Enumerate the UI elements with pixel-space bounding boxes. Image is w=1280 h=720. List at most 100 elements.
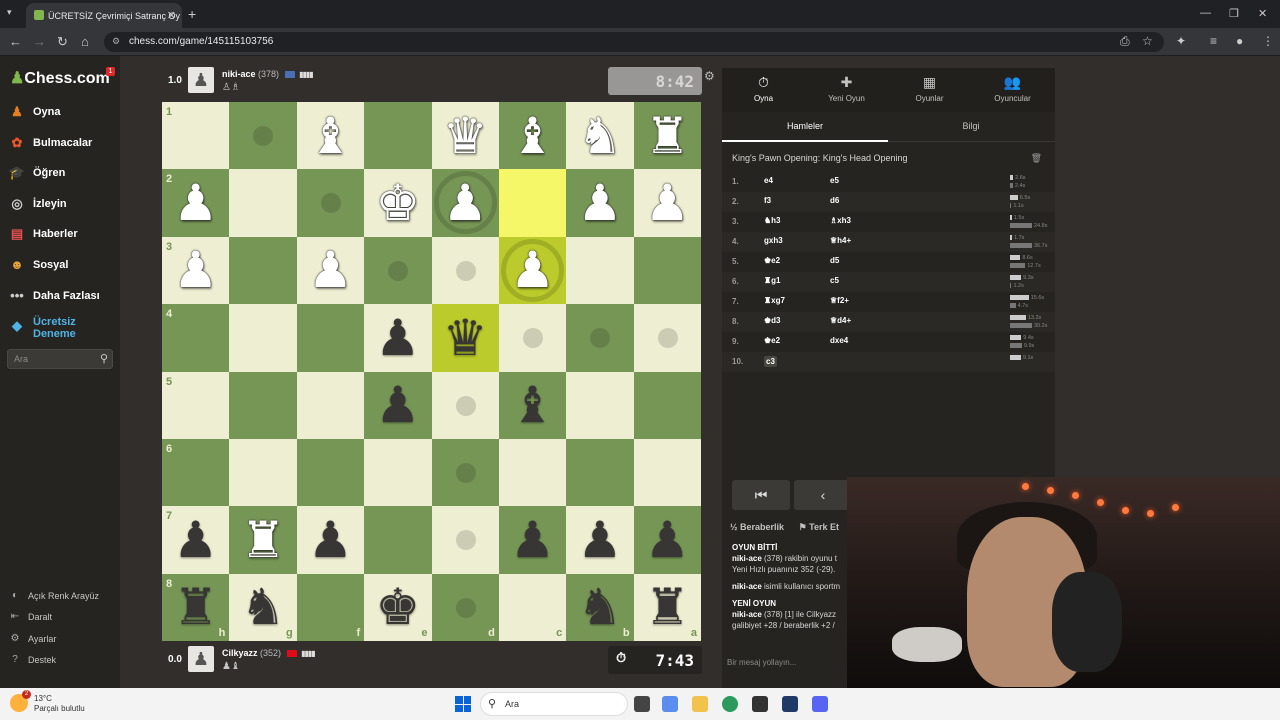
white-piece[interactable]: ♜ [634, 102, 701, 169]
board-square[interactable] [364, 506, 432, 574]
legal-move-dot[interactable] [253, 126, 274, 146]
sidebar-item-6[interactable]: ☻ Sosyal [8, 255, 68, 275]
notification-badge[interactable]: 1 [106, 67, 115, 76]
black-piece[interactable]: ♟ [499, 506, 566, 573]
board-square[interactable]: 5 [162, 371, 230, 439]
board-square[interactable]: ♟ [364, 371, 432, 439]
board-square[interactable] [633, 438, 702, 507]
board-square[interactable]: a ♜ [633, 573, 702, 642]
board-square[interactable] [566, 371, 634, 439]
draw-button[interactable]: ½ Beraberlik [730, 522, 784, 532]
sidebar-bottom-item[interactable]: ◐ Açık Renk Arayüz [8, 590, 99, 601]
first-move-button[interactable]: ⏮ [732, 480, 790, 510]
board-square[interactable]: 7 ♟ [162, 506, 230, 574]
previous-move-button[interactable]: ‹ [794, 480, 852, 510]
browser-menu-icon[interactable]: ⋮ [1262, 34, 1274, 48]
profile-icon[interactable]: ● [1236, 34, 1243, 48]
close-window-icon[interactable]: ✕ [1258, 7, 1267, 20]
board-square[interactable] [431, 236, 499, 305]
board-square[interactable]: 1 [162, 102, 230, 170]
black-piece[interactable]: ♞ [566, 574, 633, 641]
board-square[interactable] [498, 304, 567, 372]
top-player-avatar[interactable]: ♟ [188, 67, 214, 93]
board-square[interactable] [364, 438, 432, 507]
board-square[interactable] [229, 304, 297, 372]
white-piece[interactable]: ♛ [432, 102, 499, 169]
obs-icon[interactable] [752, 696, 768, 712]
board-square[interactable] [229, 236, 297, 305]
legal-move-dot[interactable] [455, 530, 476, 551]
board-square[interactable]: ♜ [633, 102, 702, 170]
black-piece[interactable]: ♟ [634, 506, 701, 573]
board-square[interactable] [364, 236, 432, 305]
legal-move-dot[interactable] [657, 328, 678, 349]
chess-logo[interactable]: ♟Chess.com [10, 68, 110, 88]
tab-search-icon[interactable]: ▾ [7, 7, 12, 18]
board-square[interactable] [296, 371, 365, 439]
sidebar-bottom-item[interactable]: ⚙ Ayarlar [8, 633, 57, 644]
sidebar-search-input[interactable]: Ara ⚲ [7, 349, 113, 369]
black-piece[interactable]: ♟ [364, 372, 431, 439]
white-move[interactable]: c3 [764, 356, 777, 367]
tab-moves[interactable]: Hamleler [722, 121, 888, 142]
board-square[interactable] [431, 438, 499, 507]
board-square[interactable] [633, 236, 702, 305]
board-square[interactable]: f [296, 573, 365, 642]
board-square[interactable]: ♚ [364, 169, 432, 237]
black-move[interactable]: ♕f2+ [830, 296, 849, 305]
black-piece[interactable]: ♟ [162, 506, 229, 573]
black-move[interactable]: e5 [830, 176, 839, 185]
board-square[interactable]: ♛ [431, 304, 499, 372]
black-move[interactable]: d5 [830, 256, 839, 265]
black-piece[interactable]: ♞ [229, 574, 296, 641]
board-square[interactable]: ♟ [296, 506, 365, 574]
board-square[interactable] [633, 304, 702, 372]
white-piece[interactable]: ♚ [364, 169, 431, 236]
sidebar-item-trial[interactable]: ◆ Ücretsiz Deneme [8, 316, 93, 340]
legal-move-dot[interactable] [455, 395, 476, 416]
white-move[interactable]: e4 [764, 176, 773, 185]
board-square[interactable] [566, 236, 634, 305]
sidebar-item-3[interactable]: 🎓 Öğren [8, 163, 66, 183]
sidebar-item-5[interactable]: ▤ Haberler [8, 224, 78, 244]
site-info-icon[interactable]: ⚙ [112, 36, 120, 47]
browser-tab[interactable]: ÜCRETSİZ Çevrimiçi Satranç Oy ✕ [26, 3, 182, 28]
board-square[interactable]: e ♚ [364, 573, 432, 642]
copilot-icon[interactable] [662, 696, 678, 712]
extensions-icon[interactable]: ✦ [1176, 34, 1186, 48]
black-piece[interactable]: ♟ [566, 506, 633, 573]
file-explorer-icon[interactable] [692, 696, 708, 712]
board-square[interactable]: c [498, 573, 567, 642]
bookmark-star-icon[interactable]: ☆ [1142, 34, 1153, 48]
windows-start-icon[interactable] [455, 696, 471, 712]
white-move[interactable]: ♜xg7 [764, 296, 785, 305]
board-square[interactable]: g ♞ [229, 573, 297, 642]
chat-input[interactable]: Bir mesaj yollayın... [727, 658, 796, 667]
white-move[interactable]: ♜g1 [764, 276, 781, 285]
board-square[interactable]: ♜ [229, 506, 297, 574]
board-square[interactable] [296, 438, 365, 507]
black-move[interactable]: dxe4 [830, 336, 848, 345]
install-icon[interactable]: ⎙ [1120, 34, 1130, 49]
legal-move-dot[interactable] [455, 462, 476, 483]
black-move[interactable]: ♕d4+ [830, 316, 851, 325]
board-square[interactable] [229, 169, 297, 237]
white-piece[interactable]: ♞ [566, 102, 633, 169]
board-square[interactable]: b ♞ [566, 573, 634, 642]
sidebar-item-7[interactable]: ••• Daha Fazlası [8, 286, 99, 306]
url-field[interactable]: ⚙ chess.com/game/145115103756 [104, 32, 1164, 52]
maximize-icon[interactable]: ❐ [1229, 7, 1239, 20]
board-square[interactable]: ♟ [633, 169, 702, 237]
white-move[interactable]: ♞h3 [764, 216, 781, 225]
white-piece[interactable]: ♟ [297, 237, 364, 304]
white-move[interactable]: ♚e2 [764, 336, 780, 345]
board-square[interactable]: ♝ [498, 371, 567, 439]
board-square[interactable] [296, 304, 365, 372]
tab-info[interactable]: Bilgi [888, 121, 1054, 131]
chrome-icon[interactable] [722, 696, 738, 712]
board-square[interactable] [229, 438, 297, 507]
board-square[interactable] [498, 169, 567, 237]
board-square[interactable]: ♟ [566, 506, 634, 574]
black-piece[interactable]: ♜ [634, 574, 701, 641]
board-square[interactable]: 2 ♟ [162, 169, 230, 237]
